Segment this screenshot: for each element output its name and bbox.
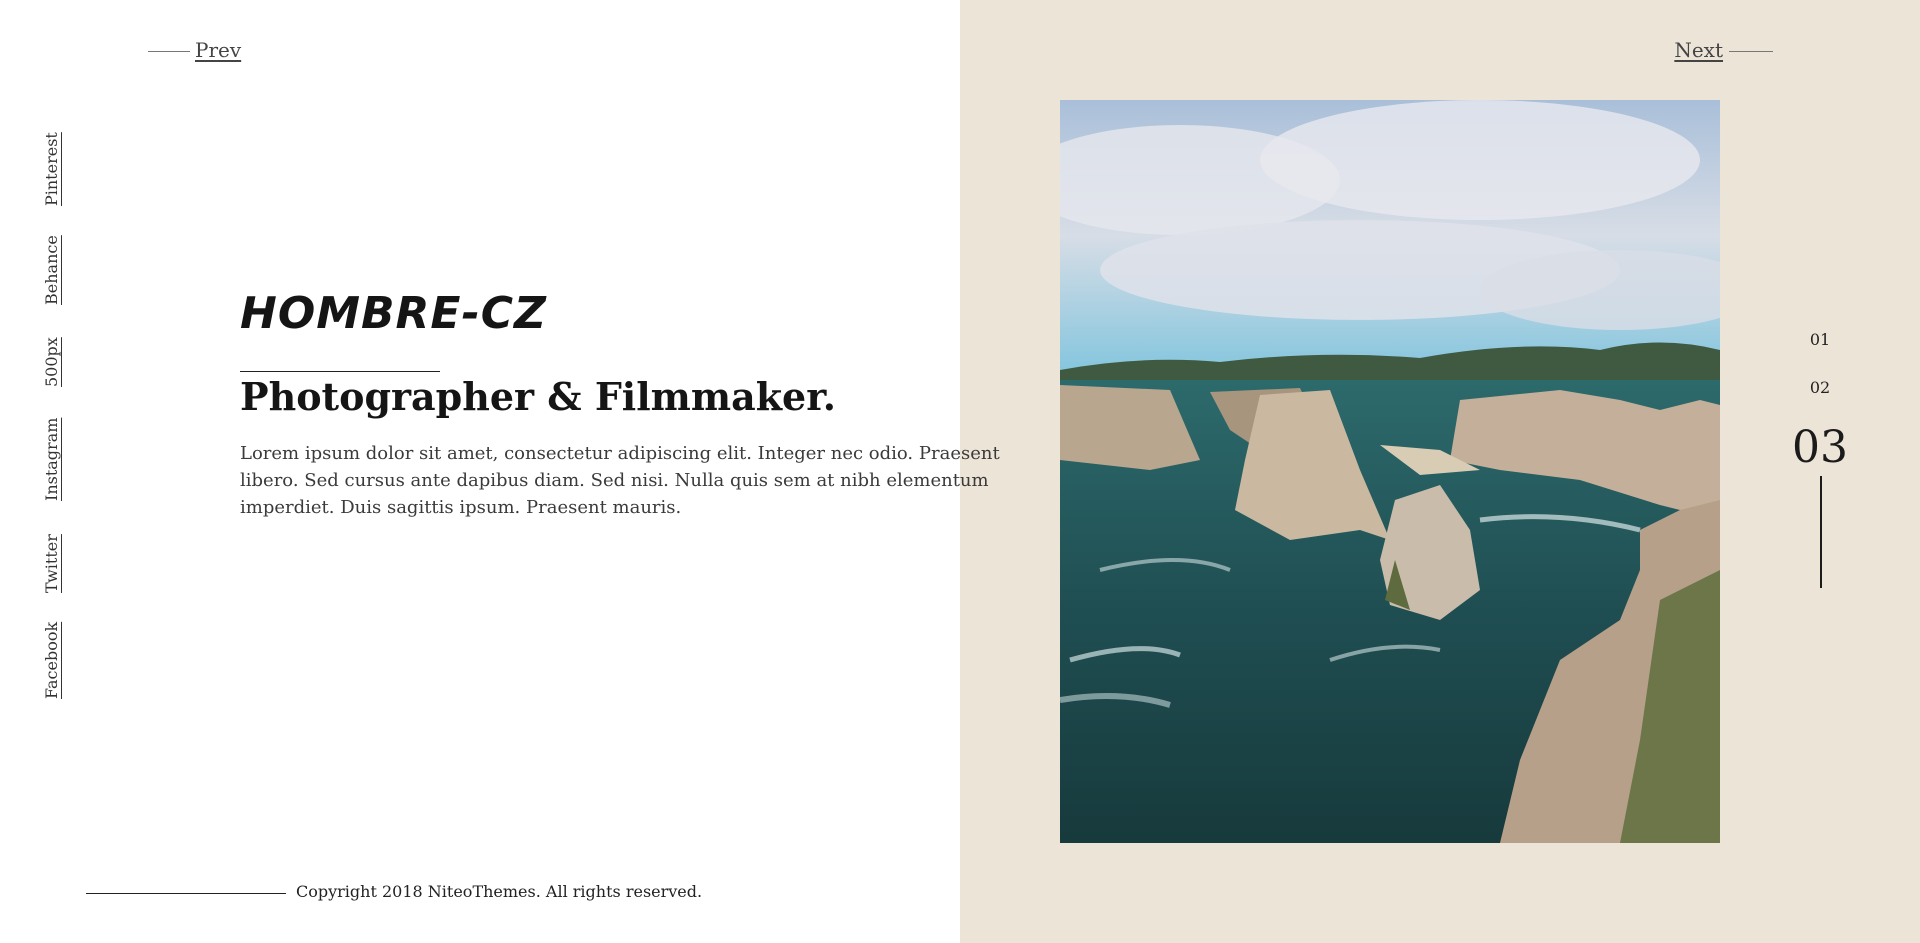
slide-indicator-02[interactable]: 02 [1790, 378, 1850, 397]
social-link-500px[interactable]: 500px [42, 337, 61, 387]
next-line [1729, 51, 1773, 52]
copyright-text: Copyright 2018 NiteoThemes. All rights r… [296, 882, 703, 901]
prev-link[interactable]: Prev [195, 38, 241, 62]
social-link-twitter[interactable]: Twitter [42, 534, 61, 593]
featured-photo [1060, 100, 1720, 843]
intro-paragraph: Lorem ipsum dolor sit amet, consectetur … [240, 443, 1000, 518]
social-link-behance[interactable]: Behance [42, 235, 61, 305]
page-headline: Photographer & Filmmaker. [240, 374, 836, 419]
social-link-pinterest[interactable]: Pinterest [42, 132, 61, 206]
slide-indicator-current[interactable]: 03 [1770, 422, 1870, 473]
slide-progress-line [1820, 476, 1822, 588]
next-link[interactable]: Next [1674, 38, 1723, 62]
social-link-instagram[interactable]: Instagram [42, 418, 61, 501]
prev-line [148, 51, 190, 52]
coastal-cliffs-image [1060, 100, 1720, 843]
footer-rule [86, 893, 286, 894]
slide-indicator-01[interactable]: 01 [1790, 330, 1850, 349]
title-rule [240, 371, 440, 372]
social-link-facebook[interactable]: Facebook [42, 622, 61, 699]
site-logo[interactable]: HOMBRE-CZ [240, 288, 547, 339]
